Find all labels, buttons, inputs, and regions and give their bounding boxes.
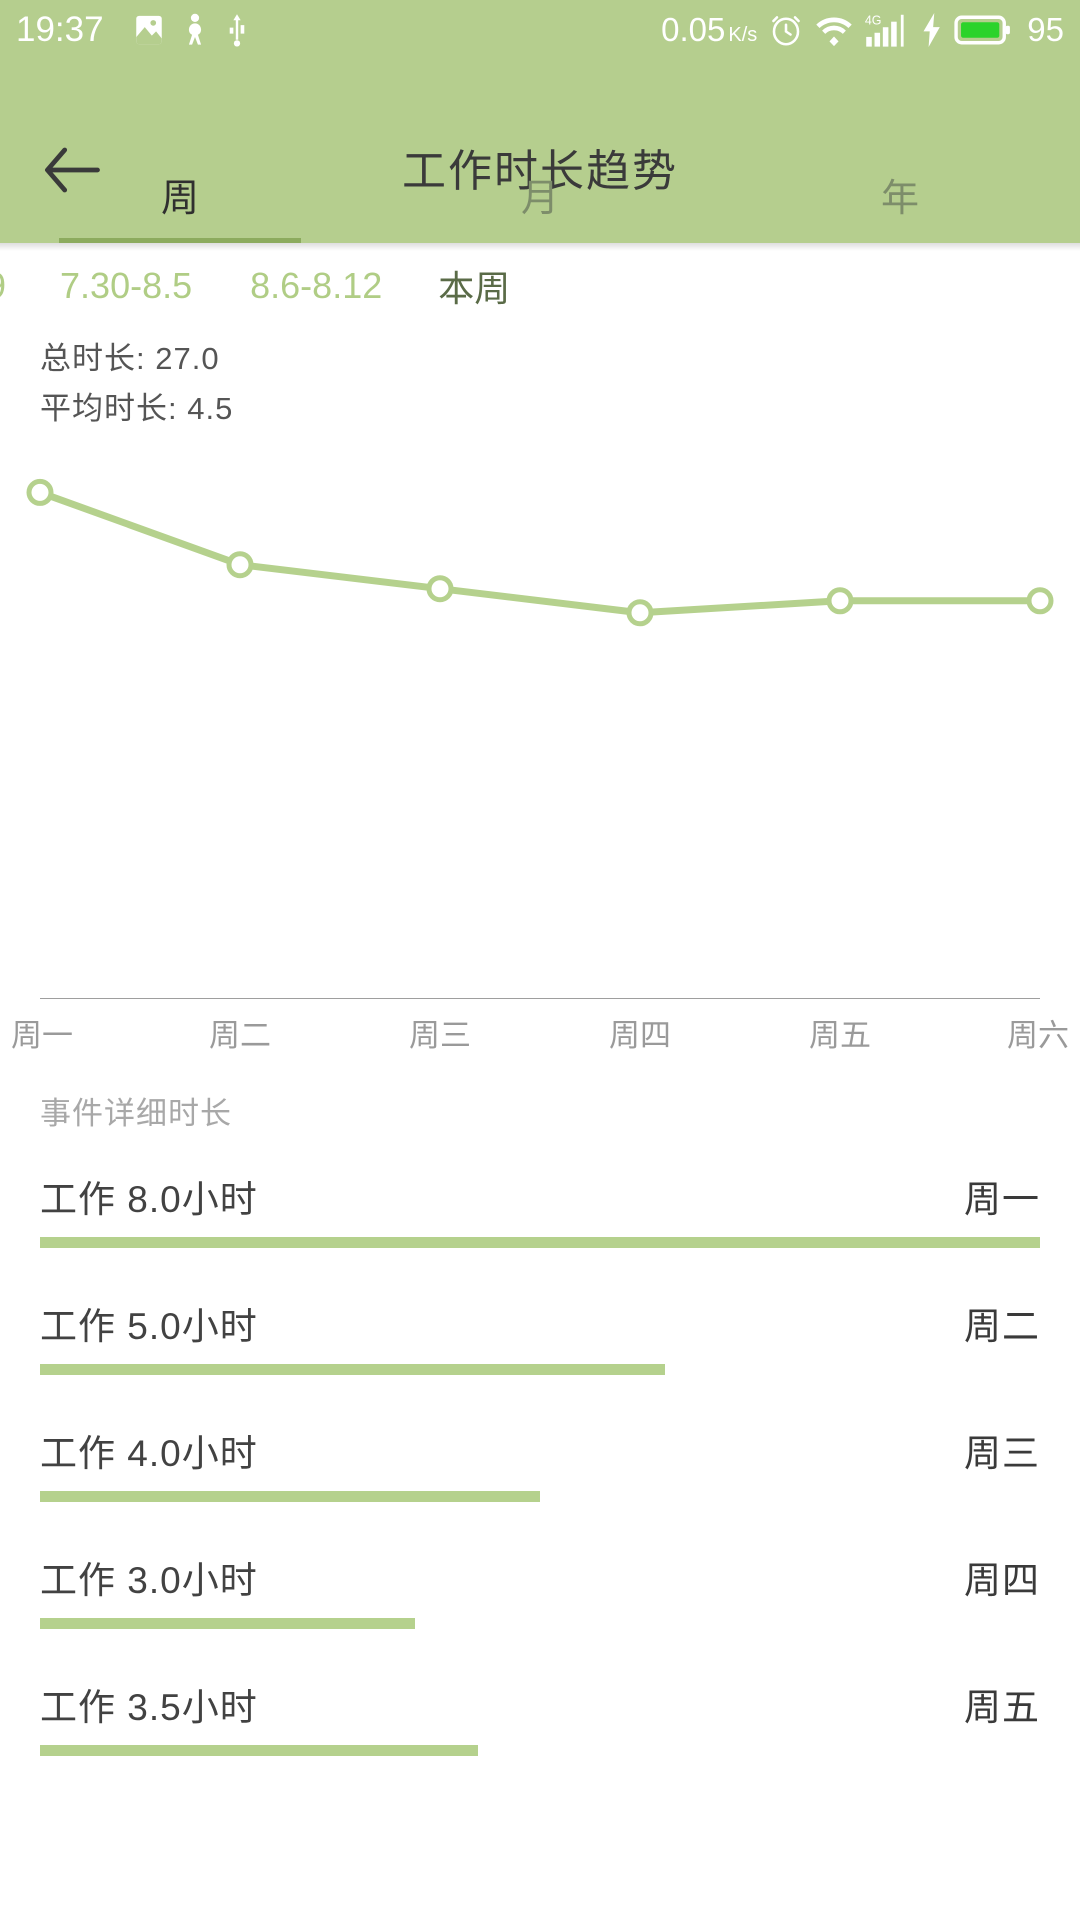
list-item-header: 工作 4.0小时 周三 (0, 1409, 1080, 1491)
list-item-day: 周一 (964, 1179, 1040, 1220)
chart-point (26, 478, 54, 506)
total-duration-line: 总时长: 27.0 (40, 334, 233, 384)
chart-point (826, 587, 854, 615)
chart-x-label: 周五 (809, 1018, 871, 1053)
chart-x-label: 周六 (1007, 1018, 1069, 1053)
network-speed-value: 0.05 (661, 11, 726, 48)
detail-list: 工作 8.0小时 周一工作 5.0小时 周二工作 4.0小时 周三工作 3.0小时 周四… (0, 1155, 1080, 1790)
chart-point (626, 599, 654, 627)
network-speed-unit: K/s (728, 24, 758, 46)
list-item-bar-track (40, 1491, 1040, 1502)
date-range-item[interactable]: 8.6-8.12 (250, 265, 382, 307)
average-duration-label: 平均时长: (40, 391, 178, 426)
list-item-bar-fill (40, 1745, 478, 1756)
battery-percent: 95 (1027, 11, 1064, 48)
network-speed: 0.05 K/s (661, 11, 757, 49)
status-time: 19:37 (16, 10, 104, 49)
battery-icon (954, 13, 1012, 47)
list-item-label: 工作 8.0小时 (40, 1179, 258, 1220)
list-item-bar-track (40, 1745, 1040, 1756)
date-range-item-current[interactable]: 本周 (438, 260, 510, 312)
chart-x-label: 周二 (209, 1018, 271, 1053)
status-bar-right: 0.05 K/s 4G 95 (661, 11, 1064, 49)
list-item-day: 周二 (964, 1306, 1040, 1347)
list-item-day: 周四 (964, 1560, 1040, 1601)
date-range-selector[interactable]: 9 7.30-8.5 8.6-8.12 本周 (0, 251, 1080, 321)
chart-point (226, 551, 254, 579)
list-item-bar-track (40, 1364, 1040, 1375)
svg-text:4G: 4G (865, 13, 882, 27)
wifi-icon (815, 13, 853, 47)
list-item-bar-track (40, 1237, 1040, 1248)
duration-trend-chart (0, 440, 1080, 880)
average-duration-line: 平均时长: 4.5 (40, 384, 233, 434)
list-item-bar-fill (40, 1618, 415, 1629)
list-item[interactable]: 工作 5.0小时 周二 (0, 1282, 1080, 1409)
list-item-bar-fill (40, 1237, 1040, 1248)
list-item-label: 工作 3.0小时 (40, 1560, 258, 1601)
chart-x-label: 周四 (609, 1018, 671, 1053)
chart-x-axis-labels: 周一 周二 周三 周四 周五 周六 (0, 1010, 1080, 1070)
total-duration-label: 总时长: (40, 341, 146, 376)
appbar-shadow (0, 243, 1080, 251)
list-item-day: 周五 (964, 1687, 1040, 1728)
list-item[interactable]: 工作 3.0小时 周四 (0, 1536, 1080, 1663)
chart-x-axis (40, 998, 1040, 999)
list-item-bar-fill (40, 1491, 540, 1502)
chart-point (1026, 587, 1054, 615)
chart-x-label: 周三 (409, 1018, 471, 1053)
average-duration-value: 4.5 (187, 391, 234, 426)
chart-x-label: 周一 (11, 1018, 73, 1053)
tab-month[interactable]: 月 (360, 165, 720, 243)
list-item[interactable]: 工作 4.0小时 周三 (0, 1409, 1080, 1536)
app-root: 19:37 0.05 K/s 4G 95 工作时长趋势 周 月 年 7.30-8… (0, 0, 1080, 1920)
list-item-bar-fill (40, 1364, 665, 1375)
detail-section-header: 事件详细时长 (40, 1096, 232, 1131)
list-item-bar-track (40, 1618, 1040, 1629)
usb-icon (224, 13, 250, 47)
chart-point (426, 575, 454, 603)
signal-4g-icon: 4G (864, 12, 910, 48)
charging-bolt-icon (921, 13, 943, 47)
tab-year-label: 年 (880, 178, 919, 220)
app-bar: 工作时长趋势 周 月 年 (0, 60, 1080, 243)
tab-year[interactable]: 年 (720, 165, 1080, 243)
status-bar-left: 19:37 (16, 10, 250, 50)
tab-month-label: 月 (520, 178, 559, 220)
chart-line (36, 488, 1044, 617)
tab-week[interactable]: 周 (0, 165, 360, 243)
list-item-header: 工作 8.0小时 周一 (0, 1155, 1080, 1237)
list-item-day: 周三 (964, 1433, 1040, 1474)
person-share-icon (180, 13, 210, 47)
period-tabs: 周 月 年 (0, 165, 1080, 243)
list-item-label: 工作 4.0小时 (40, 1433, 258, 1474)
list-item-header: 工作 3.0小时 周四 (0, 1536, 1080, 1618)
summary-block: 总时长: 27.0 平均时长: 4.5 (40, 334, 233, 434)
list-item-header: 工作 3.5小时 周五 (0, 1663, 1080, 1745)
list-item[interactable]: 工作 8.0小时 周一 (0, 1155, 1080, 1282)
list-item-label: 工作 5.0小时 (40, 1306, 258, 1347)
image-icon (132, 13, 166, 47)
status-bar: 19:37 0.05 K/s 4G 95 (0, 0, 1080, 60)
alarm-clock-icon (768, 12, 804, 48)
list-item-label: 工作 3.5小时 (40, 1687, 258, 1728)
date-range-item[interactable]: 7.30-8.5 (60, 265, 192, 307)
chart-svg (26, 478, 1054, 627)
tab-week-label: 周 (160, 178, 199, 220)
date-range-item[interactable]: 9 (0, 265, 6, 307)
total-duration-value: 27.0 (155, 341, 220, 376)
list-item-header: 工作 5.0小时 周二 (0, 1282, 1080, 1364)
list-item[interactable]: 工作 3.5小时 周五 (0, 1663, 1080, 1790)
